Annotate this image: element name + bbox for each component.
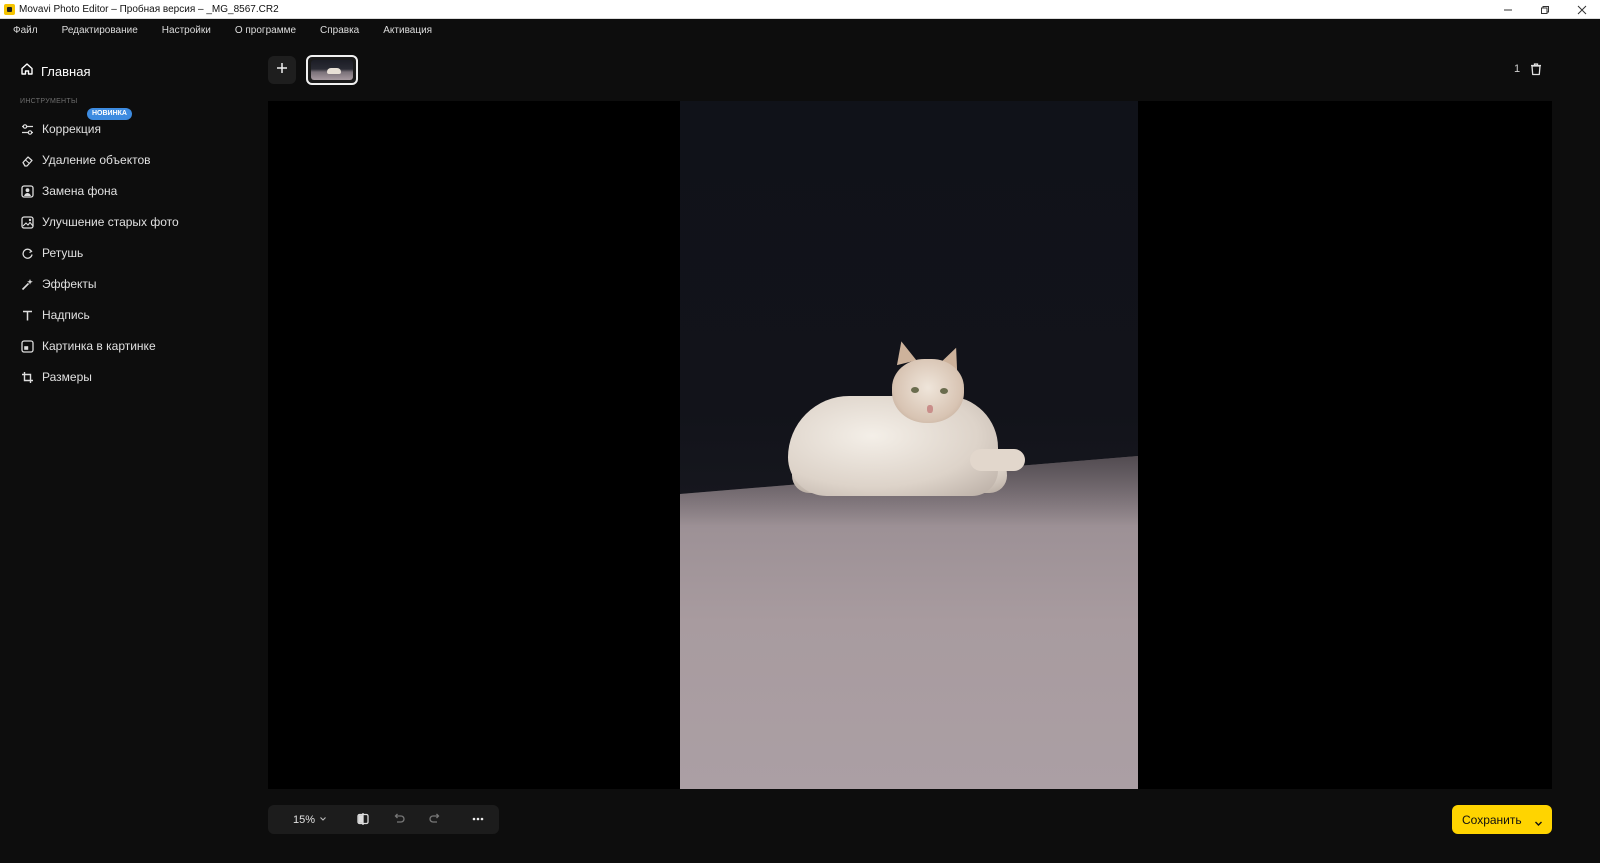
window-title: Movavi Photo Editor – Пробная версия – _… bbox=[19, 3, 279, 15]
sidebar-item-label: Эффекты bbox=[42, 277, 97, 291]
tools-caption: ИНСТРУМЕНТЫ bbox=[20, 98, 78, 105]
photo-cat-eye bbox=[911, 387, 919, 393]
chevron-down-icon bbox=[319, 814, 327, 826]
window-controls bbox=[1489, 0, 1600, 19]
image-thumbnail[interactable] bbox=[306, 55, 358, 85]
sidebar-item-effects[interactable]: Эффекты bbox=[20, 275, 97, 293]
more-icon[interactable] bbox=[471, 812, 485, 826]
sidebar-item-home[interactable]: Главная bbox=[20, 62, 90, 81]
sidebar-item-label: Размеры bbox=[42, 370, 92, 384]
sidebar-item-label: Главная bbox=[41, 64, 91, 79]
sidebar-item-background-replace[interactable]: Замена фона bbox=[20, 182, 117, 200]
menu-settings[interactable]: Настройки bbox=[162, 25, 211, 36]
portrait-icon bbox=[20, 184, 34, 198]
sidebar-item-label: Ретушь bbox=[42, 246, 84, 260]
thumbnail-cat bbox=[327, 68, 341, 74]
zoom-select[interactable]: 15% bbox=[293, 814, 327, 826]
sidebar-item-label: Удаление объектов bbox=[42, 153, 151, 167]
menu-help[interactable]: Справка bbox=[320, 25, 359, 36]
photo-cat-paw bbox=[970, 449, 1025, 471]
sidebar-item-old-photo-enhance[interactable]: Улучшение старых фото bbox=[20, 213, 179, 231]
new-badge: НОВИНКА bbox=[87, 108, 132, 120]
picture-in-picture-icon bbox=[20, 339, 34, 353]
add-image-button[interactable] bbox=[268, 56, 296, 84]
image-count: 1 bbox=[1514, 63, 1521, 75]
close-icon[interactable] bbox=[1563, 0, 1600, 19]
sidebar-item-label: Замена фона bbox=[42, 184, 118, 198]
image-canvas[interactable] bbox=[268, 101, 1552, 789]
photo-restore-icon bbox=[20, 215, 34, 229]
sidebar-item-label: Надпись bbox=[42, 308, 90, 322]
text-icon bbox=[20, 308, 34, 322]
sidebar-item-resize[interactable]: Размеры bbox=[20, 368, 92, 386]
compare-icon[interactable] bbox=[356, 812, 370, 826]
sidebar-item-correction[interactable]: Коррекция bbox=[20, 120, 101, 138]
thumbnail-image bbox=[311, 60, 353, 80]
menu-activation[interactable]: Активация bbox=[383, 25, 432, 36]
sidebar-item-label: Картинка в картинке bbox=[42, 339, 156, 353]
photo-cat-head bbox=[892, 359, 964, 423]
zoom-value: 15% bbox=[293, 814, 316, 826]
photo-cat-nose bbox=[927, 405, 933, 413]
sidebar-item-retouch[interactable]: Ретушь bbox=[20, 244, 83, 262]
menu-file[interactable]: Файл bbox=[13, 25, 38, 36]
restore-icon[interactable] bbox=[1526, 0, 1563, 19]
retouch-icon bbox=[20, 246, 34, 260]
chevron-down-icon[interactable] bbox=[1534, 815, 1543, 833]
save-button[interactable]: Сохранить bbox=[1452, 805, 1552, 834]
trash-icon[interactable] bbox=[1529, 62, 1543, 76]
menu-bar: Файл Редактирование Настройки О программ… bbox=[0, 20, 1600, 40]
redo-icon[interactable] bbox=[428, 812, 442, 826]
sidebar-item-picture-in-picture[interactable]: Картинка в картинке bbox=[20, 337, 156, 355]
home-icon bbox=[20, 62, 34, 81]
sliders-icon bbox=[20, 122, 34, 136]
sidebar-item-text[interactable]: Надпись bbox=[20, 306, 90, 324]
menu-edit[interactable]: Редактирование bbox=[62, 25, 138, 36]
menu-about[interactable]: О программе bbox=[235, 25, 296, 36]
plus-icon bbox=[276, 61, 288, 79]
sidebar-item-label: Улучшение старых фото bbox=[42, 215, 179, 229]
app-logo-icon bbox=[4, 3, 15, 15]
sidebar-item-label: Коррекция bbox=[42, 122, 102, 136]
title-bar: Movavi Photo Editor – Пробная версия – _… bbox=[0, 0, 1600, 19]
photo-cat-body bbox=[788, 396, 998, 496]
bottom-toolbar: 15% bbox=[268, 805, 499, 834]
photo-cat-eye bbox=[940, 388, 948, 394]
sparkle-icon bbox=[20, 277, 34, 291]
save-label: Сохранить bbox=[1462, 812, 1522, 827]
crop-icon bbox=[20, 370, 34, 384]
undo-icon[interactable] bbox=[392, 812, 406, 826]
minimize-icon[interactable] bbox=[1489, 0, 1526, 19]
photo-cat bbox=[680, 101, 1138, 789]
sidebar: Главная ИНСТРУМЕНТЫ НОВИНКА Коррекция Уд… bbox=[2, 40, 262, 860]
sidebar-item-object-removal[interactable]: Удаление объектов bbox=[20, 151, 151, 169]
eraser-icon bbox=[20, 153, 34, 167]
